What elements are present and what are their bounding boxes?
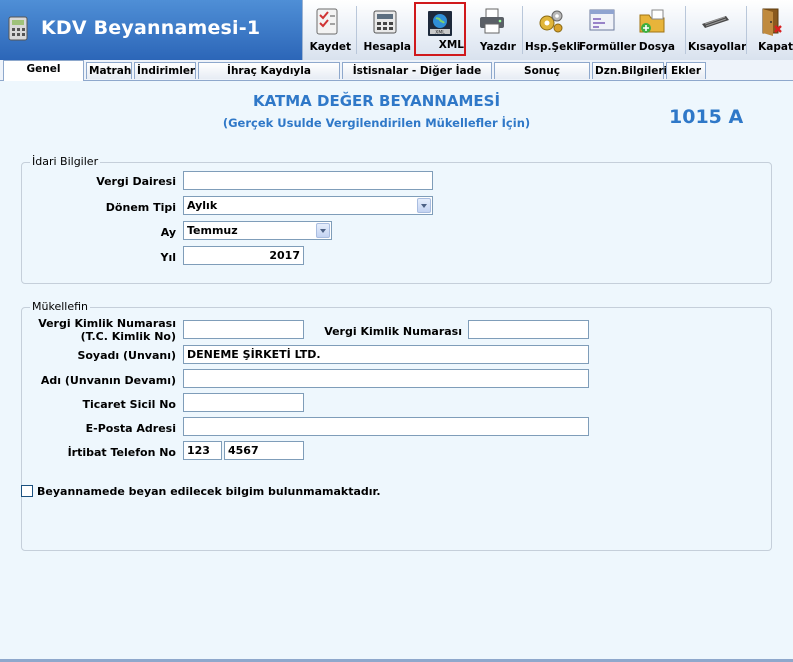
- shortcuts-button[interactable]: Kısayollar: [688, 2, 747, 56]
- tab-strip: Genel Bilgiler Matrah İndirimler İhraç K…: [0, 60, 793, 94]
- telefon-label: İrtibat Telefon No: [67, 446, 176, 459]
- calculator-icon: [373, 10, 397, 34]
- calculate-button-label: Hesapla: [363, 41, 411, 53]
- telefon-number-field[interactable]: 4567: [224, 441, 304, 460]
- telefon-area-field[interactable]: 123: [183, 441, 222, 460]
- svg-text:XML: XML: [435, 30, 445, 36]
- tc-kimlik-field[interactable]: [183, 320, 304, 339]
- ay-value: Temmuz: [187, 224, 238, 237]
- tab-dzn-bilgileri[interactable]: Dzn.Bilgileri: [592, 62, 667, 79]
- adi-label: Adı (Unvanın Devamı): [40, 374, 176, 387]
- form-panel: KATMA DEĞER BEYANNAMESİ (Gerçek Usulde V…: [0, 81, 793, 662]
- app-title: KDV Beyannamesi-1: [41, 17, 261, 39]
- calc-method-button-label: Hsp.Şekli: [525, 41, 581, 53]
- vergi-dairesi-label: Vergi Dairesi: [96, 175, 176, 188]
- save-button-label: Kaydet: [309, 41, 351, 53]
- file-button-label: Dosya: [638, 41, 675, 53]
- vergi-kimlik-field[interactable]: [468, 320, 589, 339]
- tab-sonuc-hesaplari[interactable]: Sonuç Hesapları: [494, 62, 590, 94]
- vergi-dairesi-field[interactable]: [183, 171, 433, 190]
- adi-field[interactable]: [183, 369, 589, 388]
- eposta-label: E-Posta Adresi: [85, 422, 176, 435]
- toolbar-separator: [746, 6, 747, 54]
- form-title: KATMA DEĞER BEYANNAMESİ: [252, 92, 501, 110]
- tab-ihrac-kaydiyla-teslimler[interactable]: İhraç Kaydıyla Teslimler: [198, 62, 340, 94]
- tab-indirimler[interactable]: İndirimler: [134, 62, 196, 79]
- tab-matrah[interactable]: Matrah: [86, 62, 132, 79]
- no-info-checkbox-label[interactable]: Beyannamede beyan edilecek bilgim bulunm…: [37, 485, 381, 498]
- form-code: 1015 A: [669, 106, 744, 128]
- chevron-down-icon[interactable]: [417, 198, 431, 213]
- keyboard-icon: [702, 16, 729, 28]
- toolbar-separator: [356, 6, 357, 54]
- donem-tipi-label: Dönem Tipi: [105, 201, 176, 214]
- file-button[interactable]: Dosya: [629, 2, 675, 56]
- tab-genel-bilgiler[interactable]: Genel Bilgiler: [3, 60, 84, 92]
- formulas-button-label: Formüller: [579, 41, 637, 53]
- toolbar-separator: [522, 6, 523, 54]
- close-button-label: Kapat: [758, 41, 793, 53]
- exit-door-icon: [762, 8, 782, 36]
- eposta-field[interactable]: [183, 417, 589, 436]
- tab-ekler[interactable]: Ekler: [666, 62, 706, 79]
- print-button[interactable]: Yazdır: [468, 2, 516, 56]
- formula-window-icon: [589, 9, 615, 31]
- xml-button-label: XML: [438, 39, 464, 51]
- gears-icon: [539, 10, 563, 33]
- mukellef-title: Mükellefin: [30, 300, 90, 313]
- close-button[interactable]: Kapat: [749, 2, 793, 56]
- vkn-label-line2: (T.C. Kimlik No): [80, 330, 176, 343]
- calc-method-button[interactable]: Hsp.Şekli: [525, 2, 581, 56]
- form-subtitle: (Gerçek Usulde Vergilendirilen Mükellefl…: [222, 116, 531, 130]
- checklist-icon: [316, 8, 338, 35]
- tab-istisnalar[interactable]: İstisnalar - Diğer İade İşl.: [342, 62, 492, 94]
- calculator-app-icon: [8, 16, 28, 41]
- calculate-button[interactable]: Hesapla: [359, 2, 411, 56]
- ay-label: Ay: [160, 226, 176, 239]
- formulas-button[interactable]: Formüller: [579, 2, 637, 56]
- yil-field[interactable]: 2017: [183, 246, 304, 265]
- printer-icon: [480, 8, 504, 34]
- vkn2-label: Vergi Kimlik Numarası: [324, 325, 462, 338]
- save-button[interactable]: Kaydet: [303, 2, 351, 56]
- folder-add-icon: [639, 9, 665, 33]
- print-button-label: Yazdır: [479, 41, 516, 53]
- soyadi-label: Soyadı (Unvanı): [77, 349, 176, 362]
- no-info-checkbox[interactable]: [21, 485, 33, 497]
- chevron-down-icon[interactable]: [316, 223, 330, 238]
- yil-label: Yıl: [160, 251, 176, 264]
- xml-globe-icon: XML: [428, 11, 452, 36]
- soyadi-field[interactable]: DENEME ŞİRKETİ LTD.: [183, 345, 589, 364]
- donem-tipi-select[interactable]: Aylık: [183, 196, 433, 215]
- toolbar-separator: [685, 6, 686, 54]
- idari-bilgiler-title: İdari Bilgiler: [30, 155, 101, 168]
- donem-tipi-value: Aylık: [187, 199, 218, 212]
- xml-button[interactable]: XML XML: [414, 2, 466, 56]
- ticaret-sicil-field[interactable]: [183, 393, 304, 412]
- toolbar: Kaydet Hesapla XML XML Yazdır Hsp.Şekli …: [302, 0, 793, 60]
- vkn-label-line1: Vergi Kimlik Numarası: [38, 317, 176, 330]
- ay-select[interactable]: Temmuz: [183, 221, 332, 240]
- ticaret-sicil-label: Ticaret Sicil No: [82, 398, 176, 411]
- shortcuts-button-label: Kısayollar: [688, 41, 747, 53]
